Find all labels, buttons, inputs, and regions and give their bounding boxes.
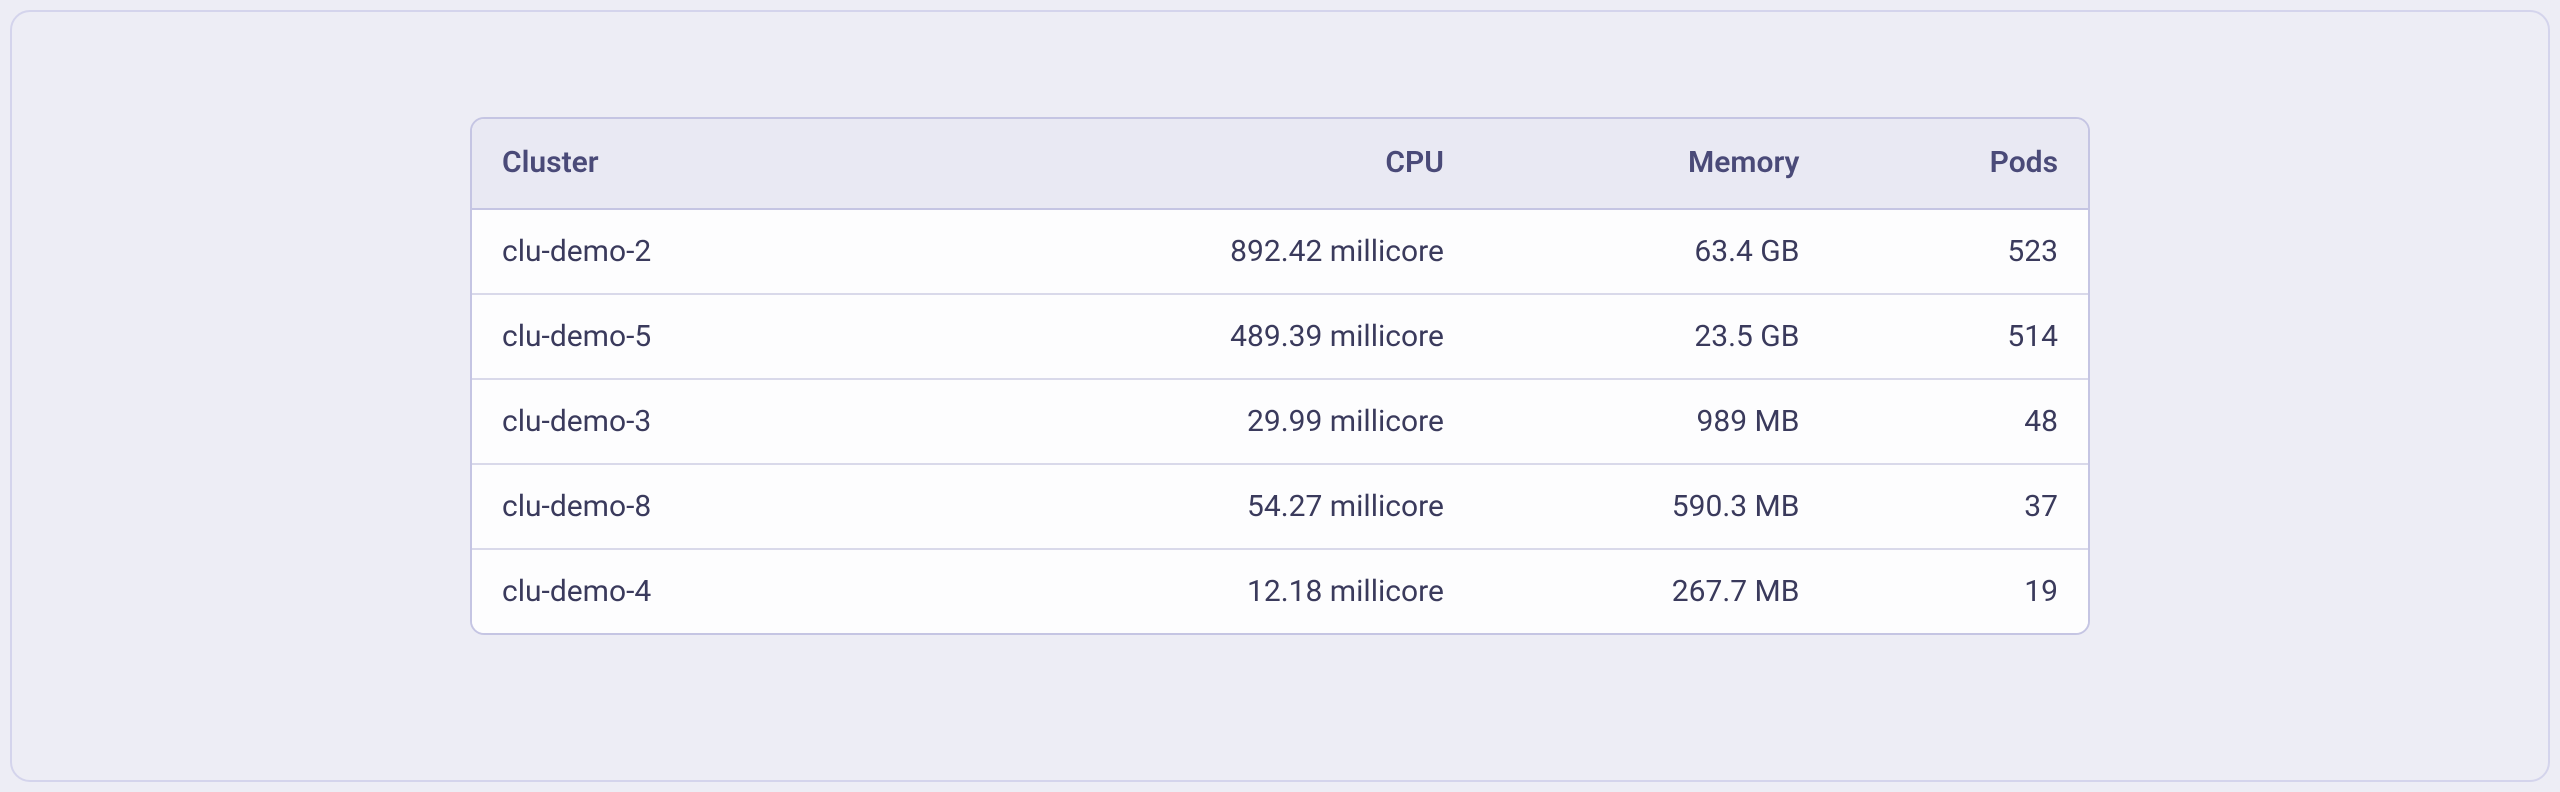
cell-cluster: clu-demo-5 xyxy=(472,294,1054,379)
clusters-table: Cluster CPU Memory Pods clu-demo-2 892.4… xyxy=(472,119,2088,633)
cell-pods: 48 xyxy=(1829,379,2088,464)
cell-pods: 523 xyxy=(1829,209,2088,294)
cell-memory: 23.5 GB xyxy=(1474,294,1830,379)
cell-pods: 37 xyxy=(1829,464,2088,549)
clusters-table-card: Cluster CPU Memory Pods clu-demo-2 892.4… xyxy=(470,117,2090,635)
table-row[interactable]: clu-demo-2 892.42 millicore 63.4 GB 523 xyxy=(472,209,2088,294)
cell-cpu: 29.99 millicore xyxy=(1054,379,1474,464)
header-cpu[interactable]: CPU xyxy=(1054,119,1474,209)
header-memory[interactable]: Memory xyxy=(1474,119,1830,209)
header-pods[interactable]: Pods xyxy=(1829,119,2088,209)
cell-cpu: 892.42 millicore xyxy=(1054,209,1474,294)
cell-memory: 63.4 GB xyxy=(1474,209,1830,294)
table-row[interactable]: clu-demo-5 489.39 millicore 23.5 GB 514 xyxy=(472,294,2088,379)
cell-cluster: clu-demo-4 xyxy=(472,549,1054,633)
table-row[interactable]: clu-demo-8 54.27 millicore 590.3 MB 37 xyxy=(472,464,2088,549)
cell-pods: 19 xyxy=(1829,549,2088,633)
cell-memory: 989 MB xyxy=(1474,379,1830,464)
cell-cluster: clu-demo-3 xyxy=(472,379,1054,464)
cell-pods: 514 xyxy=(1829,294,2088,379)
cell-cluster: clu-demo-8 xyxy=(472,464,1054,549)
table-header-row: Cluster CPU Memory Pods xyxy=(472,119,2088,209)
table-row[interactable]: clu-demo-3 29.99 millicore 989 MB 48 xyxy=(472,379,2088,464)
header-cluster[interactable]: Cluster xyxy=(472,119,1054,209)
cell-cpu: 489.39 millicore xyxy=(1054,294,1474,379)
table-row[interactable]: clu-demo-4 12.18 millicore 267.7 MB 19 xyxy=(472,549,2088,633)
cell-cluster: clu-demo-2 xyxy=(472,209,1054,294)
cell-memory: 590.3 MB xyxy=(1474,464,1830,549)
cell-cpu: 12.18 millicore xyxy=(1054,549,1474,633)
cell-cpu: 54.27 millicore xyxy=(1054,464,1474,549)
panel-container: Cluster CPU Memory Pods clu-demo-2 892.4… xyxy=(10,10,2550,782)
cell-memory: 267.7 MB xyxy=(1474,549,1830,633)
